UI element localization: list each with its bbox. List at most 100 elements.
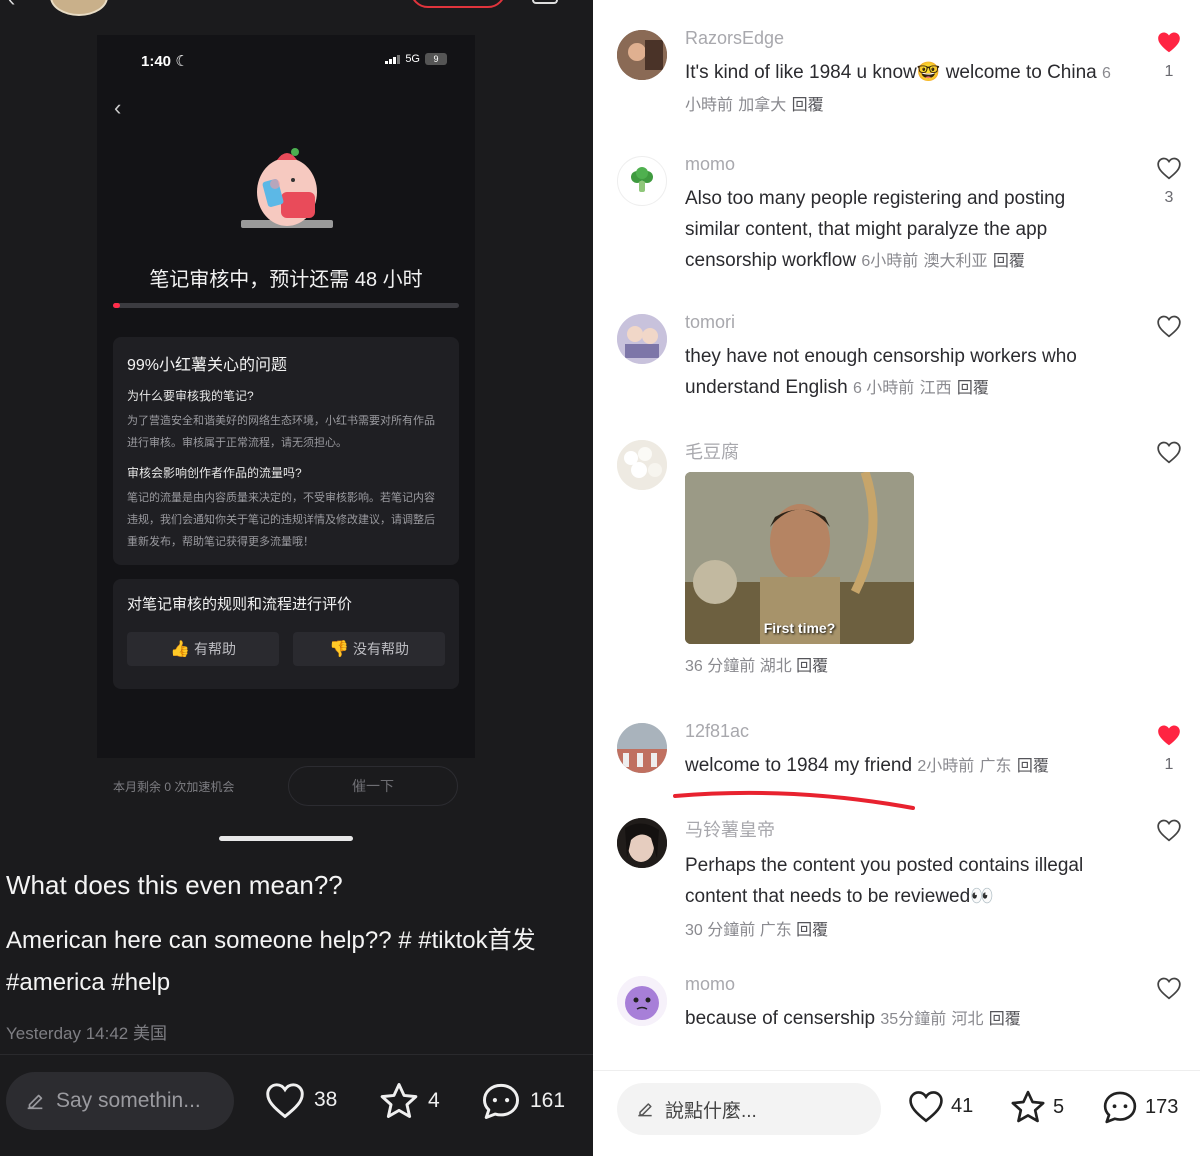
comment-time: 36 分鐘前 (685, 658, 756, 675)
comment-text: they have not enough censorship workers … (685, 346, 1077, 398)
comment-count: 173 (1145, 1095, 1179, 1118)
comment-text: It's kind of like 1984 u know🤓 welcome t… (685, 62, 1111, 114)
reply-button[interactable]: 回覆 (796, 922, 828, 939)
helpful-button[interactable]: 👍 有帮助 (127, 632, 279, 666)
comment-username[interactable]: momo (685, 974, 1125, 995)
avatar-image (617, 440, 667, 490)
moon-icon: ☾ (175, 53, 189, 70)
star-count: 5 (1053, 1095, 1065, 1118)
gif-scene (685, 472, 914, 644)
reply-button[interactable]: 回覆 (957, 380, 989, 397)
comment-like-button[interactable] (1156, 314, 1182, 343)
star-count: 4 (428, 1089, 440, 1112)
comment-text: Also too many people registering and pos… (685, 188, 1066, 271)
comment-location: 澳大利亚 (923, 253, 988, 270)
avatar[interactable] (617, 723, 667, 773)
gif-image[interactable]: First time? (685, 472, 914, 644)
comment-body: 毛豆腐 First time? 36 分鐘前 湖北 回覆 (685, 438, 1125, 676)
post-image-screenshot: 1:40 ☾ 5G 9 ‹ 笔记审核中，预计还需 48 小时 99%小红薯关心的… (97, 35, 475, 758)
avatar[interactable] (617, 818, 667, 868)
comment-like-count: 1 (1164, 756, 1174, 773)
comment-username[interactable]: 马铃薯皇帝 (685, 816, 1125, 842)
like-count: 41 (951, 1094, 974, 1117)
like-count: 38 (314, 1088, 338, 1111)
back-icon[interactable]: ‹ (8, 0, 15, 12)
star-button[interactable]: 4 (378, 1081, 440, 1121)
heart-icon (909, 1091, 943, 1123)
comment-button[interactable]: 161 (480, 1081, 565, 1121)
comment-location: 广东 (979, 758, 1012, 775)
reply-button[interactable]: 回覆 (792, 97, 824, 114)
comment-icon (1103, 1091, 1137, 1124)
comment-count: 161 (530, 1089, 566, 1112)
comment-like-count: 1 (1164, 63, 1174, 80)
comment-button[interactable]: 173 (1101, 1089, 1178, 1125)
star-button[interactable]: 5 (1009, 1089, 1064, 1125)
avatar-image (617, 314, 667, 364)
comment-username[interactable]: 毛豆腐 (685, 438, 1125, 464)
comment-like-button[interactable] (1156, 440, 1182, 469)
comment-like-button[interactable] (1156, 818, 1182, 847)
not-helpful-label: 没有帮助 (352, 641, 409, 657)
pencil-icon (27, 1094, 43, 1110)
rating-title: 对笔记审核的规则和流程进行评价 (127, 596, 353, 613)
comment-username[interactable]: momo (685, 154, 1125, 175)
avatar[interactable] (617, 156, 667, 206)
comment-like-button[interactable]: 1 (1156, 30, 1182, 81)
avatar-image (617, 723, 667, 773)
heart-icon (1158, 32, 1180, 53)
comment-username[interactable]: RazorsEdge (685, 28, 1125, 49)
comment-body: tomori they have not enough censorship w… (685, 312, 1125, 404)
heart-icon (1157, 819, 1181, 842)
post-body: American here can someone help?? # #tikt… (6, 920, 566, 1004)
reply-button[interactable]: 回覆 (989, 1011, 1021, 1028)
follow-button[interactable] (410, 0, 506, 8)
avatar[interactable] (617, 314, 667, 364)
comment-text: Perhaps the content you posted contains … (685, 855, 1084, 907)
star-icon (380, 1083, 418, 1118)
heart-icon (1157, 441, 1181, 464)
comments-panel: RazorsEdge It's kind of like 1984 u know… (593, 0, 1200, 1156)
not-helpful-button[interactable]: 👎 没有帮助 (293, 632, 445, 666)
comment-location: 河北 (951, 1011, 984, 1028)
comment-like-button[interactable]: 1 (1156, 723, 1182, 774)
back-chevron-icon[interactable]: ‹ (114, 95, 121, 121)
comment-time: 30 分鐘前 (685, 922, 756, 939)
faq-title: 99%小红薯关心的问题 (127, 357, 288, 374)
comment-time: 35分鐘前 (880, 1011, 947, 1028)
comment-like-button[interactable] (1156, 976, 1182, 1005)
avatar[interactable] (617, 30, 667, 80)
share-icon[interactable] (532, 0, 558, 4)
avatar[interactable] (617, 976, 667, 1026)
reply-button[interactable]: 回覆 (1017, 758, 1049, 775)
comment-input-placeholder: Say somethin... (56, 1089, 201, 1112)
heart-icon (1158, 725, 1180, 746)
reply-button[interactable]: 回覆 (796, 658, 828, 675)
bottom-action-bar: Say somethin... 38 4 161 (0, 1054, 593, 1156)
comment-like-button[interactable]: 3 (1156, 156, 1182, 207)
review-status-title: 笔记审核中，预计还需 48 小时 (149, 269, 423, 291)
faq-question: 为什么要审核我的笔记? (127, 389, 254, 403)
comment-body: 12f81ac welcome to 1984 my friend 2小時前 广… (685, 721, 1125, 782)
urge-button[interactable]: 催一下 (288, 766, 458, 806)
post-panel: ‹ 1:40 ☾ 5G 9 ‹ 笔记审核中，预计还需 48 小时 99%小红薯关… (0, 0, 593, 1156)
like-button[interactable]: 38 (264, 1081, 337, 1119)
signal-icon (385, 54, 401, 64)
heart-icon (1157, 315, 1181, 338)
comment-input[interactable]: Say somethin... (6, 1072, 234, 1130)
avatar[interactable] (617, 440, 667, 490)
author-avatar[interactable] (50, 0, 108, 16)
bottom-action-bar: 說點什麼... 41 5 173 (593, 1070, 1200, 1156)
helpful-label: 有帮助 (193, 641, 236, 657)
comment-username[interactable]: tomori (685, 312, 1125, 333)
comment-body: momo Also too many people registering an… (685, 154, 1125, 277)
heart-icon (1157, 977, 1181, 1000)
review-progress-bar (113, 303, 459, 308)
broccoli-avatar-icon (631, 167, 653, 192)
reply-button[interactable]: 回覆 (993, 253, 1025, 270)
like-button[interactable]: 41 (907, 1089, 973, 1123)
comment-username[interactable]: 12f81ac (685, 721, 1125, 742)
comment-input[interactable]: 說點什麼... (617, 1083, 881, 1135)
comment-body: RazorsEdge It's kind of like 1984 u know… (685, 28, 1125, 121)
comment-meta-row: 30 分鐘前 广东 回覆 (685, 916, 1125, 940)
